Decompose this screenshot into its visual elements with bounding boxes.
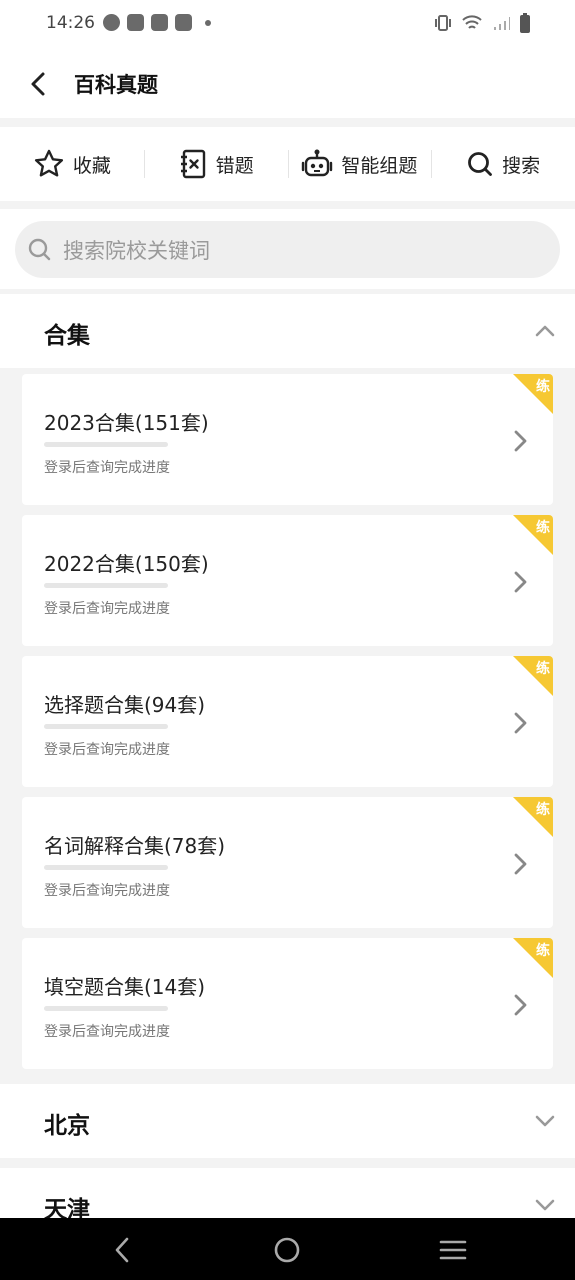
nav-home-button[interactable] <box>271 1234 303 1266</box>
collection-card[interactable]: 名词解释合集(78套) 登录后查询完成进度 练 <box>22 797 553 928</box>
collection-card[interactable]: 2023合集(151套) 登录后查询完成进度 练 <box>22 374 553 505</box>
search-section: 搜索院校关键词 <box>0 209 575 289</box>
card-title: 选择题合集(94套) <box>44 693 206 717</box>
back-arrow-icon <box>31 72 45 96</box>
section-title: 北京 <box>44 1113 90 1139</box>
battery-icon <box>520 13 530 33</box>
chevron-right-icon <box>514 571 527 593</box>
practice-badge-label: 练 <box>536 661 550 677</box>
card-title: 2022合集(150套) <box>44 552 209 576</box>
section-title: 合集 <box>44 323 90 349</box>
collection-card[interactable]: 2022合集(150套) 登录后查询完成进度 练 <box>22 515 553 646</box>
practice-badge-label: 练 <box>536 943 550 959</box>
vibrate-icon <box>435 15 451 31</box>
back-triangle-icon <box>115 1237 129 1263</box>
favorites-label: 收藏 <box>72 154 111 177</box>
card-subtitle: 登录后查询完成进度 <box>44 742 170 758</box>
chevron-down-icon <box>535 1115 555 1127</box>
card-subtitle: 登录后查询完成进度 <box>44 601 170 617</box>
practice-badge-label: 练 <box>536 379 550 395</box>
back-button[interactable] <box>22 68 54 100</box>
card-title: 名词解释合集(78套) <box>44 834 226 858</box>
system-icons <box>433 12 531 34</box>
wifi-icon <box>462 15 482 29</box>
chevron-right-icon <box>514 712 527 734</box>
chevron-up-icon <box>535 325 555 337</box>
speedometer-icon <box>103 14 120 31</box>
nav-recents-button[interactable] <box>437 1234 469 1266</box>
progress-bar <box>44 865 168 870</box>
chevron-right-icon <box>514 853 527 875</box>
chevron-right-icon <box>514 430 527 452</box>
smart-quiz-button[interactable]: 智能组题 <box>287 127 432 201</box>
card-title: 2023合集(151套) <box>44 411 209 435</box>
search-label: 搜索 <box>502 154 541 177</box>
favorites-button[interactable]: 收藏 <box>0 127 144 201</box>
wrong-questions-label: 错题 <box>215 154 254 177</box>
quick-actions-bar: 收藏 错题 智能组题 搜索 <box>0 127 575 201</box>
progress-bar <box>44 583 168 588</box>
collection-card[interactable]: 选择题合集(94套) 登录后查询完成进度 练 <box>22 656 553 787</box>
practice-badge-label: 练 <box>536 520 550 536</box>
search-icon <box>28 238 51 260</box>
wrong-notebook-icon <box>180 149 205 179</box>
home-circle-icon <box>274 1237 300 1263</box>
menu-lines-icon <box>439 1240 467 1260</box>
section-header-beijing[interactable]: 北京 <box>0 1084 575 1158</box>
star-icon <box>34 149 63 177</box>
shopping-bag-icon <box>151 14 168 31</box>
card-subtitle: 登录后查询完成进度 <box>44 460 170 476</box>
chevron-right-icon <box>514 994 527 1016</box>
wrong-questions-button[interactable]: 错题 <box>143 127 288 201</box>
practice-badge-label: 练 <box>536 802 550 818</box>
progress-bar <box>44 442 168 447</box>
shopping-bag-icon <box>175 14 192 31</box>
status-bar: 14:26 <box>0 0 575 48</box>
signal-icon <box>494 17 510 30</box>
title-bar: 百科真题 <box>0 48 575 118</box>
nav-back-button[interactable] <box>106 1234 138 1266</box>
shopping-bag-icon <box>127 14 144 31</box>
search-input[interactable]: 搜索院校关键词 <box>15 221 560 278</box>
search-placeholder: 搜索院校关键词 <box>63 238 210 263</box>
progress-bar <box>44 724 168 729</box>
search-icon <box>468 152 493 176</box>
smart-quiz-label: 智能组题 <box>341 154 418 177</box>
robot-icon <box>302 149 333 177</box>
card-title: 填空题合集(14套) <box>44 975 206 999</box>
collection-card[interactable]: 填空题合集(14套) 登录后查询完成进度 练 <box>22 938 553 1069</box>
chevron-down-icon <box>535 1199 555 1211</box>
system-navigation-bar <box>0 1218 575 1280</box>
card-subtitle: 登录后查询完成进度 <box>44 1024 170 1040</box>
page-title: 百科真题 <box>74 73 158 97</box>
section-header-collection[interactable]: 合集 <box>0 294 575 368</box>
card-subtitle: 登录后查询完成进度 <box>44 883 170 899</box>
notification-icons <box>103 14 211 31</box>
more-notifications-icon <box>205 19 211 26</box>
status-time: 14:26 <box>46 13 95 33</box>
progress-bar <box>44 1006 168 1011</box>
search-button[interactable]: 搜索 <box>431 127 575 201</box>
